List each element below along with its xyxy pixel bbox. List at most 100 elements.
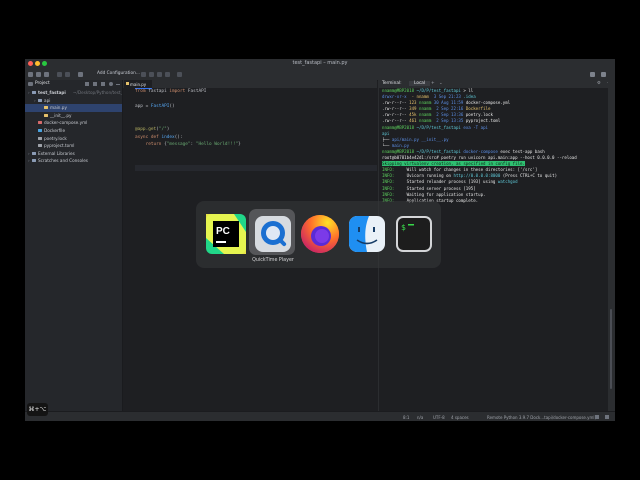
token: drwxr-xr-x [382, 94, 412, 100]
token: 461 [409, 118, 419, 124]
window-title: test_fastapi – main.py [292, 60, 348, 66]
tree-item[interactable]: pyproject.toml [25, 142, 122, 150]
locate-icon[interactable] [85, 82, 89, 86]
title-bar: test_fastapi – main.py [25, 59, 615, 69]
add-configuration-button[interactable]: Add Configuration... [97, 71, 140, 76]
status-na[interactable]: n/a [417, 415, 423, 420]
status-line-col[interactable]: 8:1 [403, 415, 409, 420]
token: } [238, 142, 241, 148]
token: Uvicorn running on [406, 173, 454, 179]
status-encoding[interactable]: UTF-8 [433, 415, 445, 420]
sync-icon[interactable] [44, 72, 49, 77]
token: FastAPI [187, 89, 207, 94]
tree-item[interactable]: › test_fastapi ~/Desktop/Python/test_fasta… [25, 89, 122, 97]
chevron-icon[interactable]: › [34, 98, 36, 103]
chevron-down-icon[interactable]: ⌄ [439, 81, 443, 86]
save-icon[interactable] [36, 72, 41, 77]
pycharm-app-icon[interactable]: PC [204, 212, 248, 256]
terminal-scrollbar[interactable] [610, 309, 612, 389]
terminal-app-icon[interactable]: $ [392, 212, 436, 256]
gear-icon[interactable] [109, 82, 113, 86]
terminal-output[interactable]: nnamm@MBP2018 ~/D/P/test_fastapi > ll drw… [382, 88, 614, 204]
token: return [145, 142, 165, 148]
firefox-app-icon[interactable] [298, 212, 342, 256]
open-folder-icon[interactable] [28, 72, 33, 77]
token: Waiting for application startup. [406, 191, 486, 197]
toml-file-icon [38, 144, 42, 148]
token: .idea [463, 94, 476, 100]
chevron-icon[interactable]: › [28, 151, 30, 156]
code-editor[interactable]: from fastapi import FastAPI app = FastAP… [135, 89, 241, 150]
stop-icon[interactable] [177, 72, 182, 77]
terminal-header: Terminal: Local + ⌄ ⚙ – [379, 80, 615, 88]
folder-icon [38, 98, 42, 102]
token: - nnamm [411, 94, 434, 100]
tree-item[interactable]: Dockerfile [25, 127, 122, 135]
chevron-icon[interactable]: › [28, 158, 30, 163]
run-icon[interactable] [141, 72, 146, 77]
gear-icon[interactable]: ⚙ [597, 81, 601, 86]
scratch-icon [32, 159, 36, 163]
token: Dockerfile [465, 106, 491, 112]
tree-item[interactable]: › External Libraries [25, 150, 122, 158]
project-panel-title[interactable]: Project [35, 81, 50, 86]
tree-item[interactable]: poetry.lock [25, 135, 122, 143]
token: .rw-r--r-- [382, 118, 410, 124]
tree-item[interactable]: › api [25, 97, 122, 105]
notifications-icon[interactable] [605, 415, 609, 419]
code-line: return {"message": "Hello World!!!"} [135, 142, 241, 150]
quicktime-app-icon[interactable] [251, 212, 295, 256]
status-indent[interactable]: 4 spaces [451, 415, 469, 420]
token: 2 Sep 22:16 [436, 106, 466, 112]
finder-app-icon[interactable] [345, 212, 389, 256]
token: "message" [166, 142, 191, 148]
token: INFO: [382, 173, 407, 179]
back-icon[interactable] [57, 72, 62, 77]
new-terminal-icon[interactable]: + [431, 81, 435, 86]
token: .rw-r--r-- [382, 106, 410, 112]
token: INFO: [382, 167, 407, 173]
tree-item[interactable]: __init__.py [25, 112, 122, 120]
project-panel: Project › test_fastapi ~/Desktop/Python/te… [25, 80, 123, 414]
token: @app.get [135, 126, 157, 132]
tree-item-label: pyproject.toml [44, 143, 75, 149]
build-icon[interactable] [78, 72, 83, 77]
terminal-tab-local[interactable]: Local [409, 81, 431, 86]
search-everywhere-icon[interactable] [601, 72, 606, 77]
token: ~/D/P/test_fastapi [416, 88, 464, 93]
token: Will watch for changes in these director… [406, 167, 538, 173]
expand-all-icon[interactable] [93, 82, 97, 86]
lock-icon[interactable] [595, 415, 599, 419]
forward-icon[interactable] [65, 72, 70, 77]
status-interpreter[interactable]: Remote Python 3.9.7 Dock...tapi/docker-c… [487, 415, 596, 420]
token: 2 Sep 13:35 [436, 118, 466, 124]
tree-item-label: docker-compose.yml [44, 120, 88, 126]
yaml-file-icon [38, 121, 42, 125]
tree-item[interactable]: docker-compose.yml [25, 119, 122, 127]
chevron-icon[interactable]: › [28, 90, 30, 95]
token: 30 Aug 11:59 [433, 100, 466, 106]
debug-icon[interactable] [149, 72, 154, 77]
token: FastAPI [150, 104, 170, 110]
token: fastapi [148, 89, 170, 94]
token: exec test-app bash [500, 148, 545, 154]
coverage-icon[interactable] [157, 72, 162, 77]
token: Skipping virtualenv creation, as specifi… [382, 161, 525, 167]
vcs-icon[interactable] [590, 72, 595, 77]
code-line: app = FastAPI() [135, 104, 241, 112]
token: main.py [391, 142, 410, 148]
token: nnamm [418, 106, 437, 112]
hide-icon[interactable] [116, 84, 120, 85]
token: http://0.0.0.0:8000 [453, 173, 501, 179]
tree-item[interactable]: main.py [25, 104, 122, 112]
token: 2 Sep 13:36 [436, 112, 466, 118]
tree-item[interactable]: › Scratches and Consoles [25, 157, 122, 165]
token: index [161, 134, 175, 140]
token: app = [135, 104, 151, 110]
token: docker-compose.yml [465, 100, 511, 106]
profile-icon[interactable] [165, 72, 170, 77]
collapse-all-icon[interactable] [101, 82, 105, 86]
token: 45k [409, 112, 419, 118]
token: docker-compose [463, 148, 501, 154]
